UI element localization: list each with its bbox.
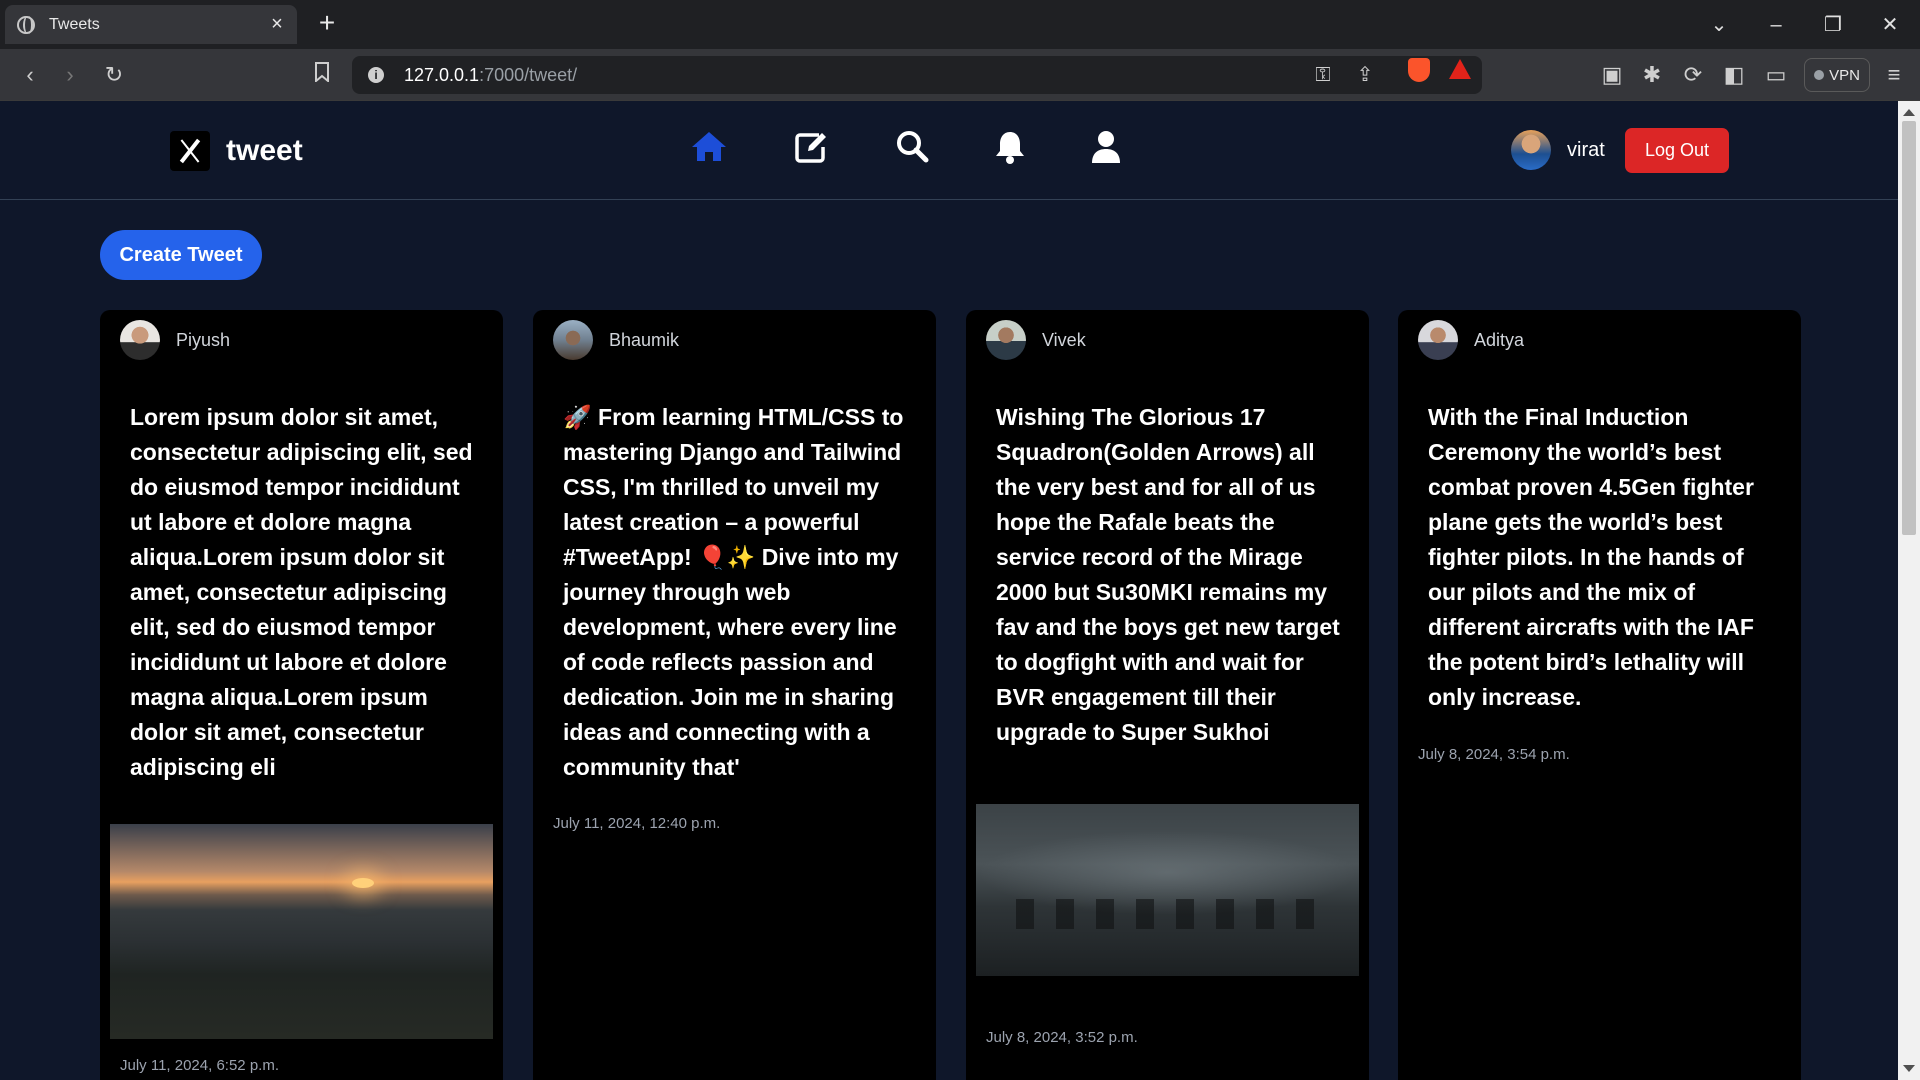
vpn-status-icon — [1814, 70, 1825, 80]
tab-title: Tweets — [49, 15, 100, 33]
tweet-text: With the Final Induction Ceremony the wo… — [1428, 404, 1754, 710]
tweet-username[interactable]: Bhaumik — [609, 330, 679, 351]
share-icon[interactable]: ⇪ — [1352, 62, 1378, 88]
minimize-icon[interactable]: – — [1761, 10, 1791, 40]
close-icon[interactable]: × — [267, 14, 287, 34]
menu-icon[interactable]: ≡ — [1880, 61, 1908, 89]
tweet-card: Bhaumik 🚀 From learning HTML/CSS to mast… — [533, 310, 936, 1080]
tweet-text: Lorem ipsum dolor sit amet, consectetur … — [130, 404, 473, 780]
brand-name: tweet — [226, 134, 303, 167]
tweet-date: July 8, 2024, 3:54 p.m. — [1418, 746, 1570, 763]
tweet-date: July 8, 2024, 3:52 p.m. — [986, 1029, 1138, 1046]
avatar[interactable] — [120, 320, 160, 360]
globe-icon — [17, 15, 35, 34]
browser-tab[interactable]: Tweets × — [5, 5, 297, 44]
scroll-down-icon[interactable] — [1903, 1065, 1915, 1072]
tweet-date: July 11, 2024, 6:52 p.m. — [120, 1057, 279, 1074]
avatar[interactable] — [1418, 320, 1458, 360]
restore-icon[interactable]: ❐ — [1818, 10, 1848, 40]
leo-icon[interactable]: ⟳ — [1679, 61, 1707, 89]
tweet-text: Wishing The Glorious 17 Squadron(Golden … — [996, 404, 1340, 745]
app-header: tweet virat Log Out — [0, 101, 1898, 200]
vpn-button[interactable]: VPN — [1804, 58, 1870, 92]
brave-shields-icon[interactable] — [1408, 58, 1430, 82]
tweet-username[interactable]: Vivek — [1042, 330, 1086, 351]
wallet-icon[interactable]: ▭ — [1762, 61, 1790, 89]
address-bar[interactable]: i 127.0.0.1:7000/tweet/ ⚿ ⇪ — [352, 56, 1482, 94]
logout-button[interactable]: Log Out — [1625, 128, 1729, 173]
browser-toolbar: ‹ › ↻ i 127.0.0.1:7000/tweet/ ⚿ ⇪ ▣ ✱ ⟳ … — [0, 49, 1920, 101]
tweet-username[interactable]: Piyush — [176, 330, 230, 351]
tweet-header: Piyush — [120, 320, 230, 360]
url-path: :7000/tweet/ — [479, 64, 578, 85]
site-info-icon[interactable]: i — [368, 67, 384, 83]
tweet-card: Aditya With the Final Induction Ceremony… — [1398, 310, 1801, 1080]
tweet-card: Piyush Lorem ipsum dolor sit amet, conse… — [100, 310, 503, 1080]
key-icon[interactable]: ⚿ — [1310, 62, 1336, 88]
forward-icon[interactable]: › — [56, 61, 84, 89]
vpn-label: VPN — [1829, 66, 1860, 84]
tweet-card: Vivek Wishing The Glorious 17 Squadron(G… — [966, 310, 1369, 1080]
url-host: 127.0.0.1 — [404, 64, 480, 85]
tweet-header: Bhaumik — [553, 320, 679, 360]
tweet-header: Vivek — [986, 320, 1086, 360]
tab-search-chevron-icon[interactable]: ⌄ — [1704, 10, 1734, 40]
reload-icon[interactable]: ↻ — [100, 61, 128, 89]
avatar[interactable] — [553, 320, 593, 360]
scroll-thumb[interactable] — [1902, 121, 1916, 535]
search-icon[interactable] — [892, 127, 932, 167]
page-scrollbar[interactable] — [1898, 101, 1920, 1080]
user-icon[interactable] — [1086, 127, 1126, 167]
back-icon[interactable]: ‹ — [16, 61, 44, 89]
tweet-image[interactable] — [976, 804, 1359, 976]
browser-tabbar: Tweets × + ⌄ – ❐ ✕ — [0, 0, 1920, 49]
scroll-up-icon[interactable] — [1903, 109, 1915, 116]
tweet-username[interactable]: Aditya — [1474, 330, 1524, 351]
tweet-date: July 11, 2024, 12:40 p.m. — [553, 815, 721, 832]
current-username: virat — [1567, 139, 1605, 161]
avatar[interactable] — [986, 320, 1026, 360]
media-icon[interactable]: ▣ — [1598, 61, 1626, 89]
sidebar-icon[interactable]: ◧ — [1720, 61, 1748, 89]
x-logo-icon — [170, 131, 210, 171]
home-icon[interactable] — [689, 127, 729, 167]
edit-icon[interactable] — [791, 127, 831, 167]
brave-rewards-icon[interactable] — [1449, 59, 1471, 79]
avatar[interactable] — [1511, 130, 1551, 170]
window-close-icon[interactable]: ✕ — [1875, 10, 1905, 40]
tweet-image[interactable] — [110, 824, 493, 1039]
new-tab-button[interactable]: + — [314, 9, 340, 37]
app-page: tweet virat Log Out Create Tweet Piyush — [0, 101, 1898, 1080]
bell-icon[interactable] — [990, 127, 1030, 167]
tweet-header: Aditya — [1418, 320, 1524, 360]
brand[interactable]: tweet — [170, 131, 303, 171]
extensions-icon[interactable]: ✱ — [1638, 61, 1666, 89]
create-tweet-button[interactable]: Create Tweet — [100, 230, 262, 280]
bookmark-icon[interactable] — [308, 61, 336, 89]
tweet-text: 🚀 From learning HTML/CSS to mastering Dj… — [563, 404, 904, 780]
